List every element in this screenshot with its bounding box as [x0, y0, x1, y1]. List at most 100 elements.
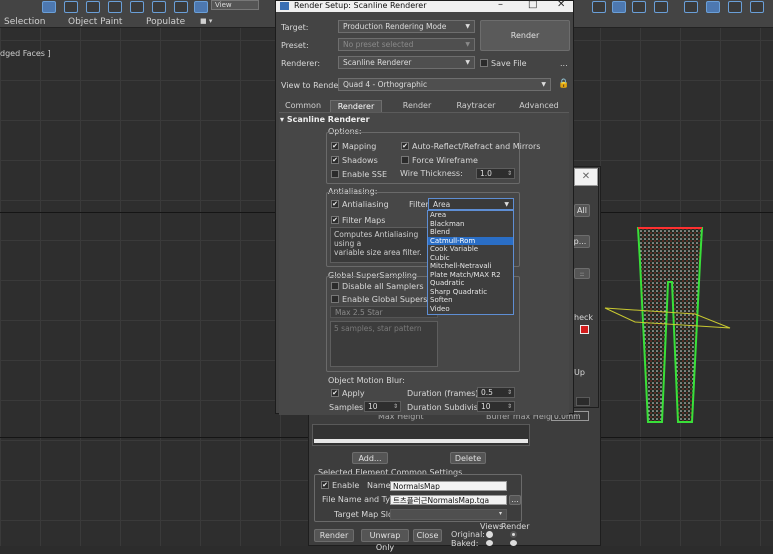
rtt-render-button[interactable]: Render	[314, 529, 354, 542]
title-bar[interactable]: Render Setup: Scanline Renderer – □ ✕	[276, 0, 573, 12]
filter-description: Computes Antialiasing using a variable s…	[330, 227, 430, 263]
render-production-icon[interactable]	[750, 1, 764, 13]
filter-maps-checkbox[interactable]: ✔	[331, 216, 339, 224]
antialiasing-checkbox[interactable]: ✔	[331, 200, 339, 208]
filter-option[interactable]: Blend	[428, 228, 513, 237]
window-crossing-icon[interactable]	[108, 1, 122, 13]
view-to-render-dropdown[interactable]: Quad 4 - Orthographic ▼	[338, 78, 551, 91]
add-button[interactable]: Add...	[352, 452, 388, 464]
rollout-title[interactable]: ▾ Scanline Renderer	[280, 115, 370, 124]
rtt-side-field[interactable]	[576, 397, 590, 406]
filter-option[interactable]: Mitchell-Netravali	[428, 262, 513, 271]
target-map-slot-dropdown[interactable]	[390, 509, 507, 520]
region-select-icon[interactable]	[86, 1, 100, 13]
force-wireframe-checkbox[interactable]	[401, 156, 409, 164]
scale-icon[interactable]	[174, 1, 188, 13]
enable-sse-checkbox[interactable]	[331, 170, 339, 178]
close-button[interactable]: Close	[413, 529, 442, 542]
select-by-name-icon[interactable]	[64, 1, 78, 13]
render-setup-icon[interactable]	[706, 1, 720, 13]
layer-icon[interactable]	[592, 1, 606, 13]
enable-checkbox[interactable]: ✔	[321, 481, 329, 489]
renderer-dropdown[interactable]: Scanline Renderer ▼	[338, 56, 475, 69]
select-object-icon[interactable]	[42, 1, 56, 13]
tab-render-elements[interactable]: Render Elements	[387, 100, 447, 122]
delete-button[interactable]: Delete	[450, 452, 486, 464]
duration-subdivisions-spinner[interactable]: 10 ⇕	[477, 401, 515, 412]
enable-global-supersampler-checkbox[interactable]	[331, 295, 339, 303]
schematic-icon[interactable]	[684, 1, 698, 13]
reference-coordinate-dropdown[interactable]: View	[211, 0, 259, 10]
menu-object-paint[interactable]: Object Paint	[68, 17, 122, 27]
filter-option[interactable]: Area	[428, 211, 513, 220]
chevron-down-icon: ▼	[465, 41, 470, 48]
motion-blur-apply-checkbox[interactable]: ✔	[331, 389, 339, 397]
menu-selection[interactable]: Selection	[4, 17, 45, 27]
original-views-radio[interactable]	[486, 531, 493, 538]
tab-raytracer[interactable]: Raytracer	[456, 100, 496, 112]
tab-advanced-lighting[interactable]: Advanced Lighting	[508, 100, 570, 122]
reference-coord-icon[interactable]	[194, 1, 208, 13]
original-render-radio[interactable]	[510, 531, 517, 538]
rotate-icon[interactable]	[152, 1, 166, 13]
maximize-icon[interactable]: □	[528, 0, 537, 10]
filter-option[interactable]: Cook Variable	[428, 245, 513, 254]
tab-common[interactable]: Common	[284, 100, 322, 112]
render-button[interactable]: Render	[480, 20, 570, 51]
force-wireframe-label: Force Wireframe	[412, 156, 478, 165]
filter-option-selected[interactable]: Catmull-Rom	[428, 236, 513, 245]
minimize-icon[interactable]: –	[498, 0, 503, 10]
target-dropdown[interactable]: Production Rendering Mode ▼	[338, 20, 475, 33]
rtt-close-icon[interactable]: ✕	[574, 168, 598, 186]
color-swatch-red[interactable]	[580, 325, 589, 334]
rtt-all-button[interactable]: All	[574, 204, 590, 217]
material-editor-icon[interactable]	[632, 1, 646, 13]
move-icon[interactable]	[130, 1, 144, 13]
filter-option[interactable]: Sharp Quadratic	[428, 288, 513, 297]
filter-option[interactable]: Blackman	[428, 220, 513, 229]
lock-icon[interactable]: 🔒	[558, 79, 569, 89]
view-to-render-label: View to Render:	[281, 81, 345, 90]
scene-explorer-icon[interactable]	[612, 1, 626, 13]
baked-render-radio[interactable]	[510, 540, 517, 546]
tab-renderer[interactable]: Renderer	[330, 100, 382, 112]
sampler-dropdown[interactable]: Max 2.5 Star	[330, 306, 438, 318]
filter-option[interactable]: Video	[428, 305, 513, 314]
save-file-label: Save File	[491, 59, 527, 68]
disable-samplers-checkbox[interactable]	[331, 282, 339, 290]
filter-option[interactable]: Soften	[428, 296, 513, 305]
menu-populate[interactable]: Populate	[146, 17, 185, 27]
save-file-browse[interactable]: ...	[560, 59, 568, 68]
filter-option[interactable]: Cubic	[428, 254, 513, 263]
viewport-label[interactable]: dged Faces ]	[0, 49, 51, 58]
duration-frames-spinner[interactable]: 0.5 ⇕	[477, 387, 515, 398]
teapot-app-icon	[280, 2, 289, 10]
samples-spinner[interactable]: 10 ⇕	[364, 401, 401, 412]
auto-reflect-label: Auto-Reflect/Refract and Mirrors	[412, 142, 541, 151]
filter-dropdown[interactable]: Area ▼	[428, 198, 514, 210]
shadows-checkbox[interactable]: ✔	[331, 156, 339, 164]
output-list-scrollbar[interactable]	[314, 439, 528, 443]
save-file-checkbox[interactable]	[480, 59, 488, 67]
mapping-checkbox[interactable]: ✔	[331, 142, 339, 150]
render-col-label: Render	[501, 522, 530, 531]
menu-extra-dropdown-icon[interactable]: ■ ▾	[200, 17, 212, 25]
filter-dropdown-list[interactable]: Area Blackman Blend Catmull-Rom Cook Var…	[427, 210, 514, 315]
auto-reflect-checkbox[interactable]: ✔	[401, 142, 409, 150]
filter-option[interactable]: Plate Match/MAX R2	[428, 271, 513, 280]
file-browse-button[interactable]: ...	[509, 495, 521, 505]
wire-thickness-spinner[interactable]: 1.0 ⇕	[476, 168, 515, 179]
rtt-spinner[interactable]: ::	[574, 268, 590, 279]
chevron-down-icon: ▼	[504, 201, 509, 208]
window-close-icon[interactable]: ✕	[557, 0, 565, 10]
curve-editor-icon[interactable]	[654, 1, 668, 13]
baked-views-radio[interactable]	[486, 540, 493, 546]
filter-option[interactable]: Quadratic	[428, 279, 513, 288]
name-field[interactable]: NormalsMap	[390, 481, 507, 491]
preset-dropdown[interactable]: No preset selected ▼	[338, 38, 475, 51]
rendered-frame-icon[interactable]	[728, 1, 742, 13]
chevron-down-icon: ▼	[465, 59, 470, 66]
file-name-field[interactable]: 트츠플러근NormalsMap.tga	[390, 495, 507, 505]
filter-maps-label: Filter Maps	[342, 216, 386, 225]
unwrap-only-button[interactable]: Unwrap Only	[361, 529, 409, 552]
